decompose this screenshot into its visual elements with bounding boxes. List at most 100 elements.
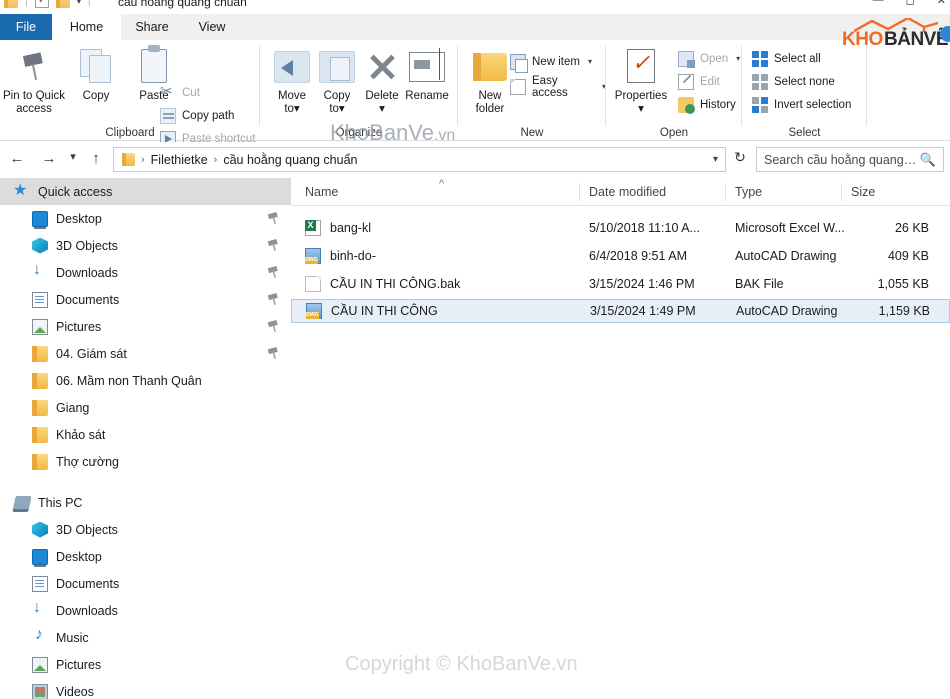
new-item-button[interactable]: New item ▾ — [510, 51, 592, 73]
select-none-button[interactable]: Select none — [752, 71, 835, 92]
breadcrumb-item-1[interactable]: cầu hoằng quang chuẩn — [223, 153, 357, 167]
sidebar-item-pc-downloads[interactable]: Downloads — [0, 597, 291, 624]
sidebar-item-pc-videos[interactable]: Videos — [0, 678, 291, 699]
search-box[interactable]: Search cầu hoằng quang c... 🔍 — [756, 147, 944, 172]
file-date-modified: 5/10/2018 11:10 A... — [589, 221, 700, 235]
tab-home[interactable]: Home — [52, 14, 121, 40]
sidebar-item-khao-sat[interactable]: Khảo sát — [0, 421, 291, 448]
tab-view[interactable]: View — [183, 14, 241, 40]
rename-button[interactable]: Rename — [395, 46, 459, 103]
sidebar-item-label: Videos — [56, 684, 94, 699]
breadcrumb-item-0[interactable]: Filethietke — [151, 153, 208, 167]
ribbon-tab-bar: File Home Share View — [0, 14, 950, 40]
pin-icon[interactable] — [266, 292, 281, 307]
sidebar-item-this-pc[interactable]: This PC — [0, 489, 291, 516]
select-all-button[interactable]: Select all — [752, 48, 821, 69]
search-icon: 🔍 — [919, 151, 936, 167]
close-icon[interactable]: ✕ — [937, 0, 946, 7]
sidebar-item-04-giam-sat[interactable]: 04. Giám sát — [0, 340, 291, 367]
column-header-type[interactable]: Type — [735, 178, 762, 206]
pin-icon[interactable] — [266, 319, 281, 334]
sidebar-item-pc-pictures[interactable]: Pictures — [0, 651, 291, 678]
sidebar-item-documents[interactable]: Documents — [0, 286, 291, 313]
column-divider[interactable] — [841, 183, 842, 201]
file-date-modified: 3/15/2024 1:46 PM — [589, 277, 695, 291]
chevron-down-icon[interactable]: ▾ — [713, 154, 718, 165]
navigation-pane[interactable]: Quick access Desktop 3D Objects Download… — [0, 178, 291, 699]
sidebar-item-label: Documents — [56, 292, 120, 307]
copy-path-button[interactable]: Copy path — [160, 105, 234, 126]
history-icon — [678, 96, 695, 114]
properties-label: Properties — [614, 90, 668, 102]
copy-button[interactable]: Copy — [64, 46, 128, 103]
file-list-pane[interactable]: Name ^ Date modified Type Size bang-kl 5… — [291, 178, 950, 699]
pin-icon[interactable] — [266, 346, 281, 361]
tab-share[interactable]: Share — [121, 14, 183, 40]
search-input[interactable]: Search cầu hoằng quang c... — [764, 153, 919, 167]
file-type: BAK File — [735, 277, 784, 291]
minimize-icon[interactable]: — — [873, 0, 884, 7]
up-button[interactable]: ↑ — [86, 150, 106, 170]
column-divider[interactable] — [579, 183, 580, 201]
column-header-size[interactable]: Size — [851, 178, 875, 206]
pin-icon[interactable] — [266, 238, 281, 253]
edit-button[interactable]: Edit — [678, 71, 720, 92]
sidebar-item-downloads[interactable]: Downloads — [0, 259, 291, 286]
folder-icon — [32, 399, 48, 416]
sidebar-item-giang[interactable]: Giang — [0, 394, 291, 421]
new-item-label: New item — [532, 55, 580, 68]
file-name: binh-do- — [330, 249, 376, 263]
group-divider — [866, 46, 867, 126]
pin-to-quick-access-button[interactable]: Pin to Quick access — [2, 46, 66, 116]
sidebar-item-06-mam-non-thanh-quan[interactable]: 06. Mầm non Thanh Quân — [0, 367, 291, 394]
column-divider[interactable] — [725, 183, 726, 201]
cut-button[interactable]: Cut — [160, 82, 200, 103]
sidebar-item-quick-access[interactable]: Quick access — [0, 178, 291, 205]
pictures-icon — [32, 318, 48, 335]
sidebar-item-3d-objects[interactable]: 3D Objects — [0, 232, 291, 259]
tab-file[interactable]: File — [0, 14, 52, 40]
sidebar-item-pc-desktop[interactable]: Desktop — [0, 543, 291, 570]
file-size: 409 KB — [887, 249, 929, 263]
properties-icon[interactable] — [34, 0, 49, 8]
sidebar-item-pc-documents[interactable]: Documents — [0, 570, 291, 597]
folder-icon — [32, 345, 48, 362]
refresh-button[interactable]: ↻ — [730, 149, 750, 169]
downloads-icon — [32, 599, 48, 619]
back-button[interactable]: ← — [6, 150, 28, 170]
folder-icon[interactable] — [4, 0, 18, 8]
column-header-name[interactable]: Name — [305, 178, 338, 206]
properties-button[interactable]: Properties ▾ — [606, 46, 676, 116]
customize-caret-icon[interactable]: ▾ — [77, 0, 81, 6]
3d-objects-icon — [32, 521, 48, 538]
open-button[interactable]: Open ▾ — [678, 48, 740, 69]
column-header-date-modified[interactable]: Date modified — [589, 178, 666, 206]
new-folder-icon[interactable] — [55, 0, 70, 8]
sidebar-item-pc-3d-objects[interactable]: 3D Objects — [0, 516, 291, 543]
pin-icon[interactable] — [266, 211, 281, 226]
maximize-icon[interactable]: ◻ — [906, 0, 915, 7]
invert-selection-button[interactable]: Invert selection — [752, 94, 851, 115]
sidebar-item-desktop[interactable]: Desktop — [0, 205, 291, 232]
table-row[interactable]: CẦU IN THI CÔNG.bak 3/15/2024 1:46 PM BA… — [291, 272, 950, 296]
table-row[interactable]: CẦU IN THI CÔNG 3/15/2024 1:49 PM AutoCA… — [291, 299, 950, 323]
file-size: 1,055 KB — [877, 277, 929, 291]
table-row[interactable]: bang-kl 5/10/2018 11:10 A... Microsoft E… — [291, 216, 950, 240]
autocad-dwg-icon — [305, 248, 321, 264]
recent-locations-button[interactable]: ▾ — [64, 150, 82, 170]
breadcrumb[interactable]: › Filethietke › cầu hoằng quang chuẩn ▾ — [113, 147, 726, 172]
invert-selection-label: Invert selection — [774, 98, 852, 111]
sidebar-item-pc-music[interactable]: Music — [0, 624, 291, 651]
pictures-icon — [32, 656, 48, 673]
table-row[interactable]: binh-do- 6/4/2018 9:51 AM AutoCAD Drawin… — [291, 244, 950, 268]
easy-access-button[interactable]: Easy access ▾ — [510, 75, 606, 99]
sidebar-item-tho-cuong[interactable]: Thợ cường — [0, 448, 291, 475]
pin-icon[interactable] — [266, 265, 281, 280]
sidebar-item-pictures[interactable]: Pictures — [0, 313, 291, 340]
ribbon-group-select: Select all Select none Invert selection … — [742, 40, 867, 141]
folder-icon — [122, 153, 135, 166]
forward-button[interactable]: → — [38, 150, 60, 170]
history-button[interactable]: History — [678, 94, 736, 115]
edit-icon — [678, 73, 694, 90]
copy-icon — [64, 46, 128, 86]
